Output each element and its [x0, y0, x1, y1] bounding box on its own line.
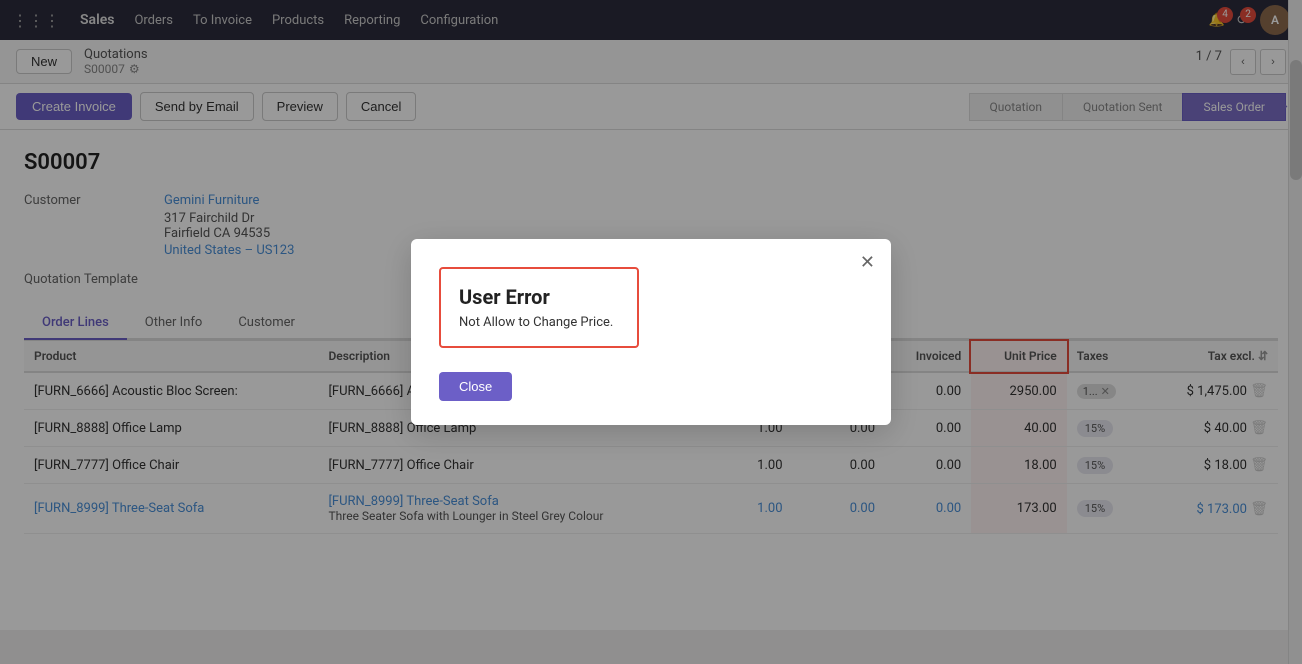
modal-close-button[interactable]: Close [439, 372, 512, 401]
modal-error-message: Not Allow to Change Price. [459, 315, 619, 330]
modal-error-title: User Error [459, 285, 619, 309]
modal-error-box: User Error Not Allow to Change Price. [439, 267, 639, 348]
modal-box: ✕ User Error Not Allow to Change Price. … [411, 239, 891, 425]
modal-overlay: ✕ User Error Not Allow to Change Price. … [0, 0, 1302, 664]
modal-close-x-button[interactable]: ✕ [860, 253, 875, 271]
